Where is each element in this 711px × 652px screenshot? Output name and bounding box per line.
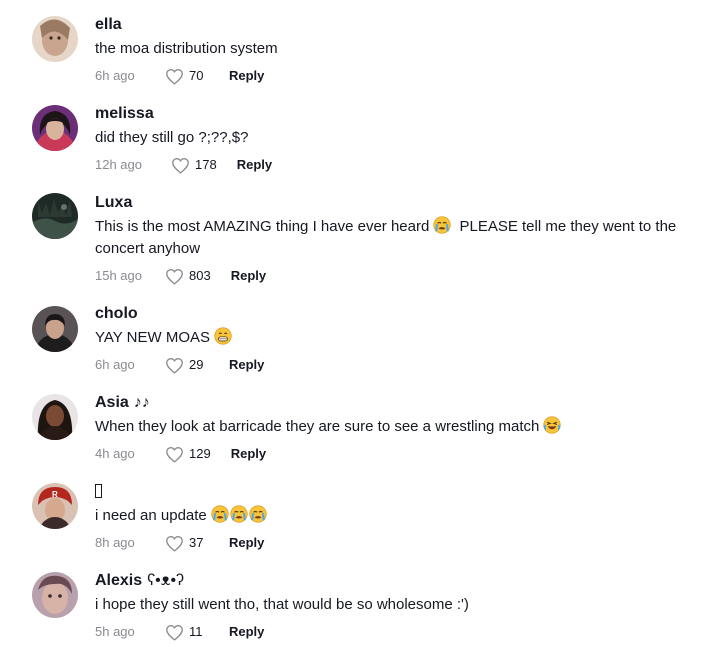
like-count: 803 [189, 268, 211, 283]
grin-face-icon [214, 327, 232, 345]
reply-button[interactable]: Reply [229, 356, 264, 374]
comment-timestamp: 15h ago [95, 268, 142, 283]
comment-timestamp: 8h ago [95, 535, 135, 550]
comment-text: i need an update [95, 505, 701, 527]
like-button[interactable]: 70 [165, 67, 209, 85]
heart-icon [172, 157, 189, 174]
like-button[interactable]: 37 [165, 534, 209, 552]
comment-text: This is the most AMAZING thing I have ev… [95, 216, 701, 260]
svg-text:R: R [52, 490, 58, 499]
comment-meta: 15h ago 803 Reply [95, 267, 701, 285]
like-count: 129 [189, 446, 211, 461]
crying-face-icon [249, 505, 267, 523]
crying-face-icon [211, 505, 229, 523]
comment-meta: 4h ago 129 Reply [95, 445, 701, 463]
comment-text: When they look at barricade they are sur… [95, 416, 701, 438]
comment-text-content: did they still go ?;??,$? [95, 129, 249, 146]
comment-username[interactable]: ella [95, 15, 701, 35]
comment-text-content: This is the most AMAZING thing I have ev… [95, 218, 430, 235]
like-button[interactable]: 129 [165, 445, 211, 463]
comment-body: ella the moa distribution system 6h ago … [95, 15, 701, 85]
comment-text: did they still go ?;??,$? [95, 127, 701, 149]
comment-username-text[interactable]: Alexis [95, 572, 142, 589]
comment-text: the moa distribution system [95, 38, 701, 60]
comment-body: Luxa This is the most AMAZING thing I ha… [95, 193, 701, 285]
comment-timestamp: 12h ago [95, 157, 142, 172]
avatar[interactable] [32, 572, 78, 618]
comment-text: YAY NEW MOAS [95, 327, 701, 349]
like-count: 29 [189, 357, 204, 372]
heart-icon [166, 268, 183, 285]
avatar[interactable] [32, 394, 78, 440]
reply-button[interactable]: Reply [229, 623, 264, 641]
comment-username: Asia ♪♪ [95, 393, 701, 413]
comment-body: i need an update 8h ago 37 Reply [95, 482, 701, 552]
comment-username[interactable]: melissa [95, 104, 701, 124]
comment-username-text[interactable]: Asia [95, 394, 129, 411]
heart-icon [166, 624, 183, 641]
comment-body: melissa did they still go ?;??,$? 12h ag… [95, 104, 701, 174]
like-count: 37 [189, 535, 204, 550]
comment-text-content: i need an update [95, 507, 207, 524]
comment-timestamp: 6h ago [95, 68, 135, 83]
username-decoration: ʕ•ᴥ•ʔ [147, 572, 185, 589]
comment-body: cholo YAY NEW MOAS 6h ago 29 Reply [95, 304, 701, 374]
like-count: 11 [189, 624, 203, 639]
like-count: 178 [195, 157, 217, 172]
comment-meta: 6h ago 70 Reply [95, 67, 701, 85]
reply-button[interactable]: Reply [229, 534, 264, 552]
comment-username[interactable]: cholo [95, 304, 701, 324]
comment-text-content: i hope they still went tho, that would b… [95, 596, 469, 613]
avatar[interactable] [32, 306, 78, 352]
username-decoration: ♪♪ [133, 394, 150, 411]
laughing-face-icon [543, 416, 562, 434]
like-button[interactable]: 178 [171, 156, 217, 174]
comment-meta: 5h ago 11 Reply [95, 623, 701, 641]
like-button[interactable]: 803 [165, 267, 211, 285]
like-count: 70 [189, 68, 204, 83]
avatar[interactable]: R [32, 483, 78, 529]
comment-meta: 12h ago 178 Reply [95, 156, 701, 174]
reply-button[interactable]: Reply [231, 445, 266, 463]
heart-icon [166, 357, 183, 374]
comment-text-content: the moa distribution system [95, 40, 278, 57]
missing-glyph-icon [95, 484, 102, 498]
like-button[interactable]: 11 [165, 623, 209, 641]
comment-text: i hope they still went tho, that would b… [95, 594, 701, 616]
comment-timestamp: 6h ago [95, 357, 135, 372]
crying-face-icon [230, 505, 248, 523]
heart-icon [166, 446, 183, 463]
comment-username: Alexis ʕ•ᴥ•ʔ [95, 571, 701, 591]
reply-button[interactable]: Reply [231, 267, 266, 285]
reply-button[interactable]: Reply [237, 156, 272, 174]
comment-meta: 6h ago 29 Reply [95, 356, 701, 374]
avatar[interactable] [32, 193, 78, 239]
comment-body: Asia ♪♪ When they look at barricade they … [95, 393, 701, 463]
comment-body: Alexis ʕ•ᴥ•ʔ i hope they still went tho, … [95, 571, 701, 641]
reply-button[interactable]: Reply [229, 67, 264, 85]
comment-timestamp: 4h ago [95, 446, 135, 461]
comment-username[interactable] [95, 482, 701, 502]
heart-icon [166, 68, 183, 85]
comment-username[interactable]: Luxa [95, 193, 701, 213]
comment-meta: 8h ago 37 Reply [95, 534, 701, 552]
avatar[interactable] [32, 16, 78, 62]
comment-text-content: YAY NEW MOAS [95, 329, 211, 346]
crying-face-icon [433, 216, 451, 234]
comment-timestamp: 5h ago [95, 624, 135, 639]
heart-icon [166, 535, 183, 552]
avatar[interactable] [32, 105, 78, 151]
comment-text-content: When they look at barricade they are sur… [95, 418, 540, 435]
comment-list: ella the moa distribution system 6h ago … [0, 0, 711, 652]
like-button[interactable]: 29 [165, 356, 209, 374]
